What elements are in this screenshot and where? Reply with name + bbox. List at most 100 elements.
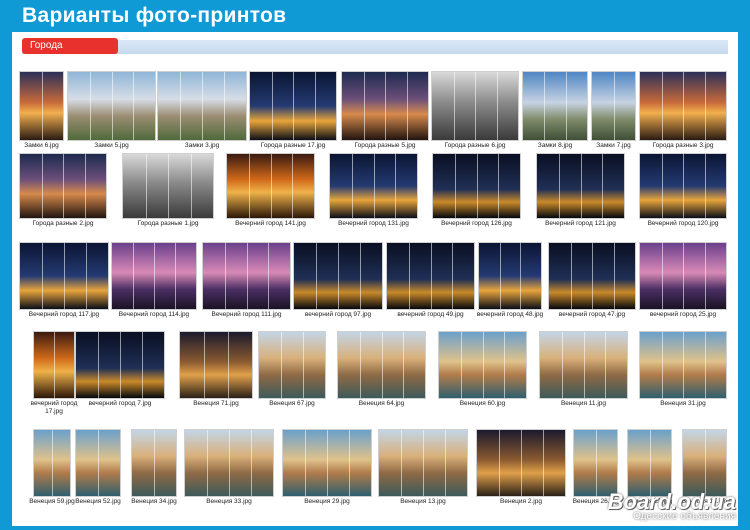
photo-tile[interactable]: Венеция 34.jpg [131,430,177,506]
photo-thumbnail[interactable] [330,154,417,218]
photo-thumbnail[interactable] [294,243,382,309]
photo-thumbnail[interactable] [283,430,371,496]
panel-seam [228,332,229,398]
photo-thumbnail[interactable] [158,72,246,140]
photo-tile[interactable]: Венеция 59.jpg [29,430,75,506]
photo-tile[interactable]: Замки 3.jpg [158,72,246,150]
photo-thumbnail[interactable] [640,154,726,218]
photo-tile[interactable]: Венеция 67.jpg [259,332,325,408]
photo-tile[interactable]: Вечерний город 131.jpg [330,154,417,228]
photo-thumbnail[interactable] [549,243,635,309]
photo-tile[interactable]: Города разные 1.jpg [123,154,213,228]
photo-tile[interactable]: вечерний город 48.jpg [477,243,543,319]
photo-tile[interactable]: Города разные 5.jpg [342,72,428,150]
photo-thumbnail[interactable] [20,154,106,218]
photo-thumbnail[interactable] [76,430,120,496]
photo-thumbnail[interactable] [20,243,108,309]
photo-thumbnail[interactable] [640,72,726,140]
panel-seam [596,430,597,496]
photo-thumbnail[interactable] [477,430,565,496]
photo-thumbnail[interactable] [20,72,63,140]
photo-tile[interactable]: Вечерний город 114.jpg [112,243,196,319]
photo-thumbnail[interactable] [439,332,526,398]
photo-tile[interactable]: Венеция 52.jpg [75,430,121,506]
photo-thumbnail[interactable] [432,72,518,140]
photo-tile[interactable]: вечерний город 25.jpg [640,243,726,319]
photo-tile[interactable]: вечерний город 97.jpg [294,243,382,319]
photo-thumbnail[interactable] [132,430,176,496]
photo-tile[interactable]: Венеция 64.jpg [338,332,425,408]
photo-caption: Вечерний город 111.jpg [211,311,282,318]
photo-thumbnail[interactable] [259,332,325,398]
photo-tile[interactable]: вечерний город 7.jpg [76,332,164,408]
photo-thumbnail[interactable] [640,243,726,309]
photo-thumbnail[interactable] [112,243,196,309]
photo-caption: вечерний город 47.jpg [558,311,626,318]
photo-caption: вечерний город 48.jpg [476,311,544,318]
photo-tile[interactable]: Замки 5.jpg [68,72,155,150]
photo-thumbnail[interactable] [34,332,74,398]
photo-tile[interactable]: Венеция 2.jpg [477,430,565,506]
photo-tile[interactable]: Города разные 17.jpg [250,72,336,150]
photo-thumbnail[interactable] [683,430,726,496]
photo-tile[interactable]: Вечерний город 141.jpg [227,154,314,228]
photo-thumbnail[interactable] [433,154,520,218]
photo-tile[interactable]: вечерний город 49.jpg [387,243,474,319]
photo-tile[interactable]: Венеция 29.jpg [283,430,371,506]
photo-thumbnail[interactable] [338,332,425,398]
photo-tile[interactable]: Венеция 71.jpg [180,332,252,408]
photo-thumbnail[interactable] [592,72,635,140]
photo-thumbnail[interactable] [387,243,474,309]
photo-tile[interactable]: вечерний город 17.jpg [31,332,77,415]
photo-tile[interactable]: вечерний город 47.jpg [549,243,635,319]
panel-seam [305,430,306,496]
panel-seam [175,243,176,309]
photo-tile[interactable]: Замки 8.jpg [523,72,587,150]
photo-thumbnail[interactable] [342,72,428,140]
photo-tile[interactable]: Города разные 2.jpg [20,154,106,228]
panel-seam [63,154,64,218]
photo-thumbnail[interactable] [34,430,70,496]
photo-thumbnail[interactable] [68,72,155,140]
photo-thumbnail[interactable] [180,332,252,398]
photo-tile[interactable]: Вечерний город 126.jpg [433,154,520,228]
photo-thumbnail[interactable] [250,72,336,140]
photo-tile[interactable]: Венеция 31.jpg [640,332,726,408]
photo-tile[interactable]: Венеция 33.jpg [185,430,273,506]
photo-tile[interactable]: Вечерний город 111.jpg [203,243,290,319]
panel-seam [605,332,606,398]
panel-seam [382,332,383,398]
panel-seam [338,243,339,309]
photo-thumbnail[interactable] [574,430,617,496]
photo-tile[interactable]: Замки 7.jpg [592,72,635,150]
photo-thumbnail[interactable] [479,243,541,309]
photo-thumbnail[interactable] [123,154,213,218]
photo-tile[interactable]: Замки 6.jpg [20,72,63,150]
panel-seam [251,430,252,496]
photo-tile[interactable]: Венеция 60.jpg [439,332,526,408]
photo-thumbnail[interactable] [227,154,314,218]
photo-thumbnail[interactable] [379,430,467,496]
photo-thumbnail[interactable] [76,332,164,398]
photo-thumbnail[interactable] [640,332,726,398]
photo-tile[interactable]: Венеция 13.jpg [379,430,467,506]
photo-tile[interactable]: Города разные 3.jpg [640,72,726,150]
photo-caption: Венеция 11.jpg [560,400,607,407]
photo-caption: Вечерний город 126.jpg [441,220,512,227]
photo-tile[interactable]: Города разные 6.jpg [432,72,518,150]
photo-thumbnail[interactable] [628,430,671,496]
photo-thumbnail[interactable] [185,430,273,496]
photo-tile[interactable]: Вечерний город 120.jpg [640,154,726,228]
photo-tile[interactable]: Вечерний город 117.jpg [20,243,108,319]
photo-thumbnail[interactable] [203,243,290,309]
photo-caption: Венеция 59.jpg [29,498,75,505]
photo-thumbnail[interactable] [523,72,587,140]
photo-thumbnail[interactable] [537,154,624,218]
photo-thumbnail[interactable] [540,332,627,398]
panel-seam [98,430,99,496]
section-label: Города [22,38,118,54]
photo-tile[interactable]: Венеция 11.jpg [540,332,627,408]
panel-seam [662,154,663,218]
photo-tile[interactable]: Вечерний город 121.jpg [537,154,624,228]
panel-seam [364,72,365,140]
